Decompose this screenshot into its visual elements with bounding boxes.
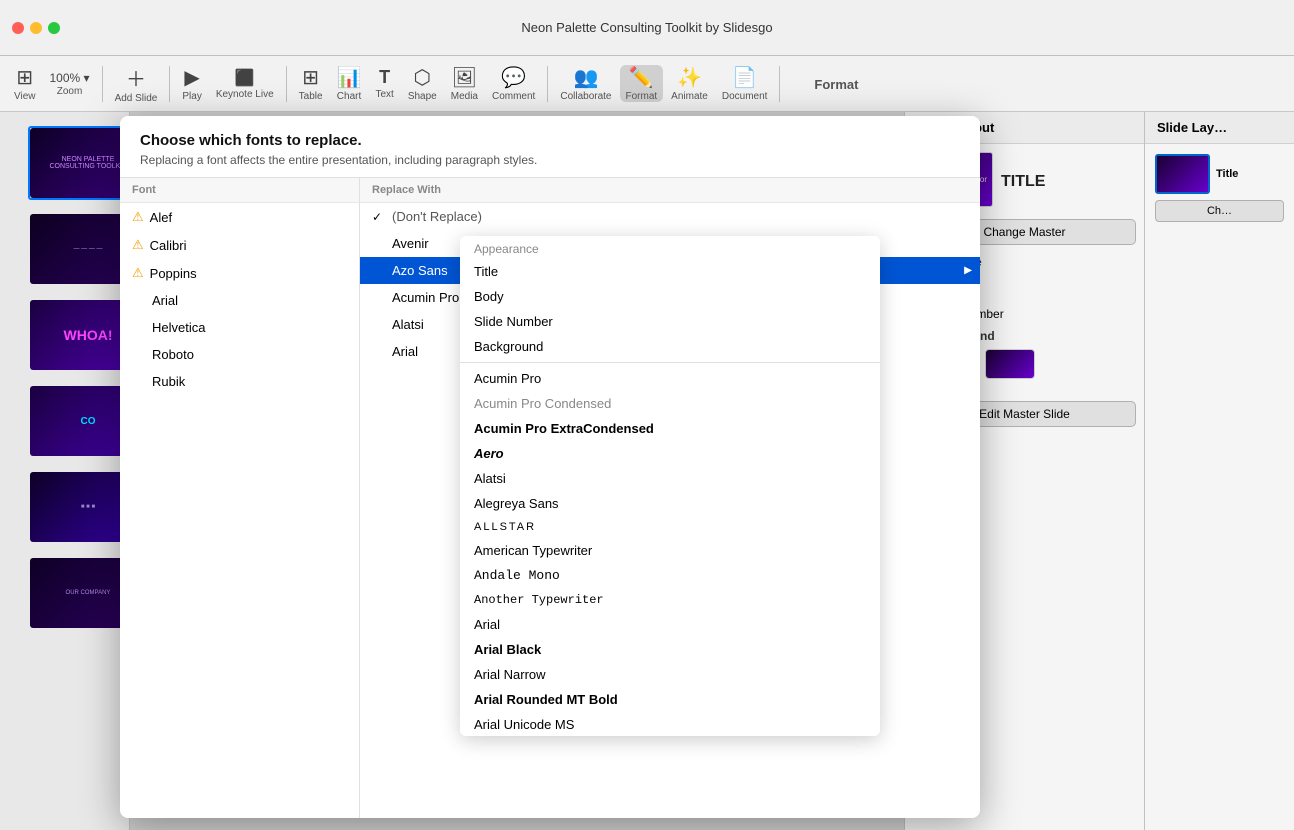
- acumin-pro-label: Acumin Pro: [392, 290, 459, 305]
- font-item-helvetica[interactable]: Helvetica: [120, 314, 359, 341]
- dialog-overlay: Choose which fonts to replace. Replacing…: [0, 56, 1294, 774]
- submenu-aero[interactable]: Aero: [460, 441, 880, 466]
- font-roboto-label: Roboto: [152, 347, 194, 362]
- font-item-calibri[interactable]: ⚠ Calibri: [120, 231, 359, 259]
- submenu-arial-black[interactable]: Arial Black: [460, 637, 880, 662]
- font-poppins-label: Poppins: [150, 266, 197, 281]
- font-item-arial[interactable]: Arial: [120, 287, 359, 314]
- azo-sans-submenu-arrow: ▶: [964, 265, 972, 276]
- submenu-acumin-pro[interactable]: Acumin Pro: [460, 366, 880, 391]
- alef-warning-icon: ⚠: [132, 209, 144, 225]
- calibri-warning-icon: ⚠: [132, 237, 144, 253]
- submenu-background[interactable]: Background: [460, 334, 880, 359]
- font-submenu: Appearance Title Body Slide Number Backg…: [460, 236, 880, 736]
- font-item-alef[interactable]: ⚠ Alef: [120, 203, 359, 231]
- dont-replace-check: ✓: [372, 210, 386, 224]
- submenu-arial-2[interactable]: Arial: [460, 612, 880, 637]
- close-button[interactable]: [12, 22, 24, 34]
- submenu-divider: [460, 362, 880, 363]
- avenir-label: Avenir: [392, 236, 429, 251]
- submenu-allstar[interactable]: ALLSTAR: [460, 516, 880, 538]
- submenu-arial-unicode-ms[interactable]: Arial Unicode MS: [460, 712, 880, 736]
- app-title: Neon Palette Consulting Toolkit by Slide…: [521, 20, 772, 35]
- submenu-another-typewriter[interactable]: Another Typewriter: [460, 588, 880, 612]
- replace-dont-replace[interactable]: ✓ (Don't Replace): [360, 203, 980, 230]
- submenu-title[interactable]: Title: [460, 259, 880, 284]
- window-controls[interactable]: [0, 22, 60, 34]
- submenu-body[interactable]: Body: [460, 284, 880, 309]
- submenu-american-typewriter[interactable]: American Typewriter: [460, 538, 880, 563]
- font-alef-label: Alef: [150, 210, 172, 225]
- font-helvetica-label: Helvetica: [152, 320, 205, 335]
- fullscreen-button[interactable]: [48, 22, 60, 34]
- dialog-title: Choose which fonts to replace.: [140, 132, 960, 149]
- dialog-header: Choose which fonts to replace. Replacing…: [120, 116, 980, 178]
- font-rubik-label: Rubik: [152, 374, 185, 389]
- titlebar: Neon Palette Consulting Toolkit by Slide…: [0, 0, 1294, 56]
- font-item-roboto[interactable]: Roboto: [120, 341, 359, 368]
- replace-column-header: Replace With: [360, 178, 980, 203]
- submenu-alegreya-sans[interactable]: Alegreya Sans: [460, 491, 880, 516]
- dialog-subtitle: Replacing a font affects the entire pres…: [140, 153, 960, 167]
- submenu-acumin-pro-condensed[interactable]: Acumin Pro Condensed: [460, 391, 880, 416]
- font-column-header: Font: [120, 178, 359, 203]
- submenu-andale-mono[interactable]: Andale Mono: [460, 563, 880, 588]
- font-item-rubik[interactable]: Rubik: [120, 368, 359, 395]
- font-calibri-label: Calibri: [150, 238, 187, 253]
- font-item-poppins[interactable]: ⚠ Poppins: [120, 259, 359, 287]
- submenu-slide-number[interactable]: Slide Number: [460, 309, 880, 334]
- font-arial-label: Arial: [152, 293, 178, 308]
- azo-sans-label: Azo Sans: [392, 263, 448, 278]
- alatsi-label: Alatsi: [392, 317, 424, 332]
- submenu-arial-narrow[interactable]: Arial Narrow: [460, 662, 880, 687]
- submenu-alatsi[interactable]: Alatsi: [460, 466, 880, 491]
- font-list-panel: Font ⚠ Alef ⚠ Calibri ⚠ Poppins: [120, 178, 360, 818]
- minimize-button[interactable]: [30, 22, 42, 34]
- dont-replace-label: (Don't Replace): [392, 209, 482, 224]
- arial-replace-label: Arial: [392, 344, 418, 359]
- font-list-items: ⚠ Alef ⚠ Calibri ⚠ Poppins Arial: [120, 203, 359, 818]
- submenu-arial-rounded-mt-bold[interactable]: Arial Rounded MT Bold: [460, 687, 880, 712]
- poppins-warning-icon: ⚠: [132, 265, 144, 281]
- submenu-acumin-pro-extracondensed[interactable]: Acumin Pro ExtraCondensed: [460, 416, 880, 441]
- submenu-appearance-section: Appearance: [460, 236, 880, 259]
